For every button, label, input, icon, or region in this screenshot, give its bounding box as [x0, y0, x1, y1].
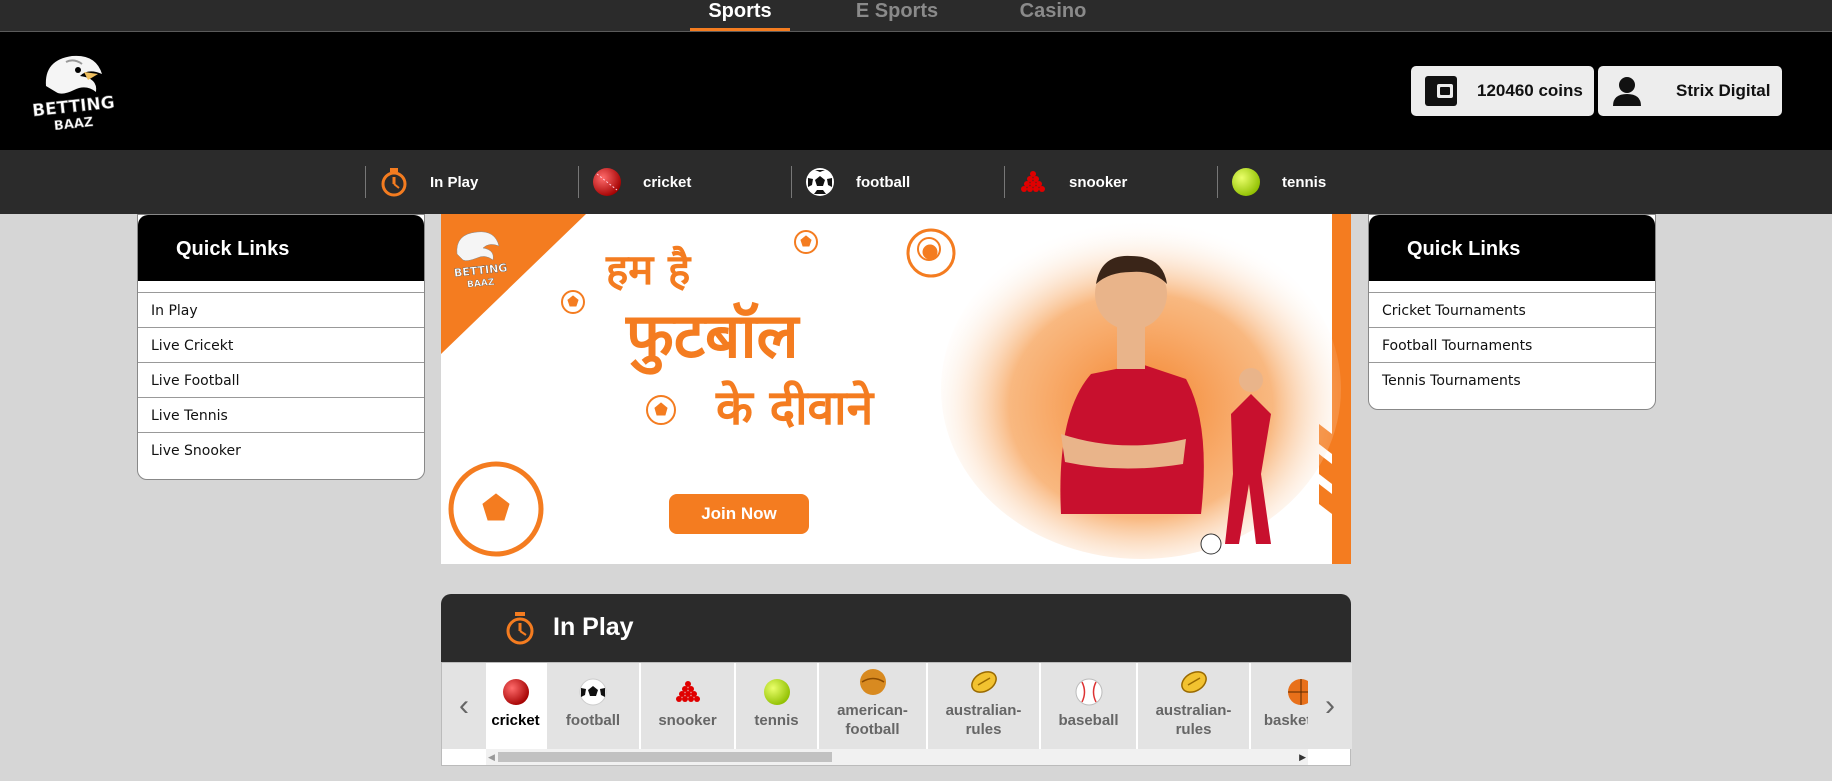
sport-tile-australian-rules[interactable]: australian-rules — [928, 663, 1040, 749]
sport-tile-australian-rules-2[interactable]: australian-rules — [1138, 663, 1250, 749]
top-tabs: Sports E Sports Casino — [0, 0, 1832, 32]
in-play-title: In Play — [553, 613, 634, 641]
scrollbar-thumb[interactable] — [498, 752, 832, 762]
nav-label-snooker: snooker — [1069, 174, 1128, 191]
join-now-button[interactable]: Join Now — [669, 494, 809, 534]
nav-label-cricket: cricket — [643, 174, 692, 191]
promo-banner[interactable]: BETTING BAAZ हम है फुटबॉल के दीवाने Join… — [441, 214, 1351, 564]
scrollbar-right-icon[interactable]: ▶ — [1299, 752, 1306, 763]
basketball-icon — [1287, 679, 1308, 705]
snooker-balls-icon — [675, 681, 700, 702]
stopwatch-icon — [506, 612, 534, 645]
tab-sports[interactable]: Sports — [690, 0, 790, 31]
sport-tile-baseball[interactable]: baseball — [1041, 663, 1137, 749]
sport-tile-label: australian-rules — [1155, 702, 1232, 738]
banner-headline-line2: फुटबॉल — [626, 299, 799, 372]
coins-wallet-button[interactable]: 120460 coins — [1411, 66, 1594, 116]
sport-tile-label: snooker — [658, 712, 717, 729]
sport-tiles: cricket football snooker tennis american… — [486, 663, 1308, 749]
user-icon — [1613, 77, 1641, 106]
quick-links-title: Quick Links — [176, 238, 290, 260]
nav-label-tennis: tennis — [1282, 174, 1327, 191]
quick-links-header: Quick Links — [1369, 215, 1655, 281]
sport-filter-strip: ‹ › cricket football snooker tennis amer… — [441, 662, 1352, 766]
sport-tile-basketball[interactable]: basketball — [1251, 663, 1308, 749]
cricket-ball-icon — [502, 679, 529, 705]
quick-link-live-cricket[interactable]: Live Cricekt — [138, 328, 424, 363]
quick-links-left: Quick Links In Play Live Cricekt Live Fo… — [137, 214, 425, 480]
nav-item-tennis[interactable]: tennis — [1217, 166, 1429, 198]
user-name: Strix Digital — [1676, 81, 1771, 100]
quick-link-tennis-tournaments[interactable]: Tennis Tournaments — [1369, 363, 1655, 409]
quick-links-header: Quick Links — [138, 215, 424, 281]
sport-tile-snooker[interactable]: snooker — [641, 663, 735, 749]
sport-tile-cricket[interactable]: cricket — [486, 663, 546, 749]
banner-headline-line1: हम है — [606, 245, 691, 294]
scroll-left-arrow[interactable]: ‹ — [442, 663, 486, 749]
quick-link-in-play[interactable]: In Play — [138, 293, 424, 328]
sport-tile-label: cricket — [491, 712, 540, 729]
quick-links-right: Quick Links Cricket Tournaments Football… — [1368, 214, 1656, 410]
sport-tile-tennis[interactable]: tennis — [736, 663, 818, 749]
scrollbar-left-icon[interactable]: ◀ — [488, 752, 495, 763]
tab-e-sports[interactable]: E Sports — [850, 0, 944, 31]
cricket-ball-icon — [593, 168, 621, 196]
quick-link-cricket-tournaments[interactable]: Cricket Tournaments — [1369, 293, 1655, 328]
baseball-icon — [1075, 678, 1102, 706]
header: BETTING BAAZ 120460 coins Strix Digital — [0, 32, 1832, 150]
user-profile-button[interactable]: Strix Digital — [1598, 66, 1782, 116]
quick-link-football-tournaments[interactable]: Football Tournaments — [1369, 328, 1655, 363]
tab-casino[interactable]: Casino — [1015, 0, 1091, 31]
nav-label-in-play: In Play — [430, 174, 479, 191]
football-icon — [579, 678, 607, 706]
sport-tile-label: football — [565, 712, 621, 729]
wallet-icon — [1425, 76, 1457, 106]
sports-nav: In Play cricket football snooker tennis — [0, 150, 1832, 214]
sport-tile-label: baseball — [1058, 712, 1119, 729]
banner-artwork: BETTING BAAZ — [441, 214, 1351, 564]
quick-links-title: Quick Links — [1407, 238, 1521, 260]
nav-item-cricket[interactable]: cricket — [578, 166, 790, 198]
in-play-header: In Play — [441, 594, 1351, 662]
sport-tile-label: basketball — [1263, 712, 1308, 729]
tennis-ball-icon — [1232, 168, 1260, 196]
nav-item-snooker[interactable]: snooker — [1004, 166, 1216, 198]
in-play-panel: In Play ‹ › cricket football snooker ten… — [441, 594, 1352, 781]
quick-link-live-snooker[interactable]: Live Snooker — [138, 433, 424, 479]
rugby-ball-icon — [1180, 671, 1207, 693]
sport-tile-football[interactable]: football — [547, 663, 640, 749]
nav-item-in-play[interactable]: In Play — [365, 166, 577, 198]
coins-balance: 120460 coins — [1477, 81, 1583, 100]
stopwatch-icon — [381, 168, 407, 197]
quick-link-live-football[interactable]: Live Football — [138, 363, 424, 398]
sport-tile-label: american-football — [837, 702, 908, 738]
scroll-right-arrow[interactable]: › — [1308, 663, 1352, 749]
sport-tile-american-football[interactable]: american-football — [819, 663, 927, 749]
nav-label-football: football — [856, 174, 911, 191]
betting-baaz-logo[interactable]: BETTING BAAZ — [26, 46, 122, 130]
american-football-icon — [859, 669, 886, 695]
nav-item-football[interactable]: football — [791, 166, 1003, 198]
snooker-balls-icon — [1021, 171, 1045, 192]
horizontal-scrollbar[interactable]: ◀ ▶ — [486, 749, 1308, 765]
sport-tile-label: tennis — [754, 712, 799, 729]
tennis-ball-icon — [763, 679, 790, 705]
sport-tile-label: australian-rules — [945, 702, 1022, 738]
rugby-ball-icon — [970, 671, 997, 693]
quick-link-live-tennis[interactable]: Live Tennis — [138, 398, 424, 433]
football-icon — [806, 168, 834, 196]
banner-headline-line3: के दीवाने — [716, 380, 874, 436]
